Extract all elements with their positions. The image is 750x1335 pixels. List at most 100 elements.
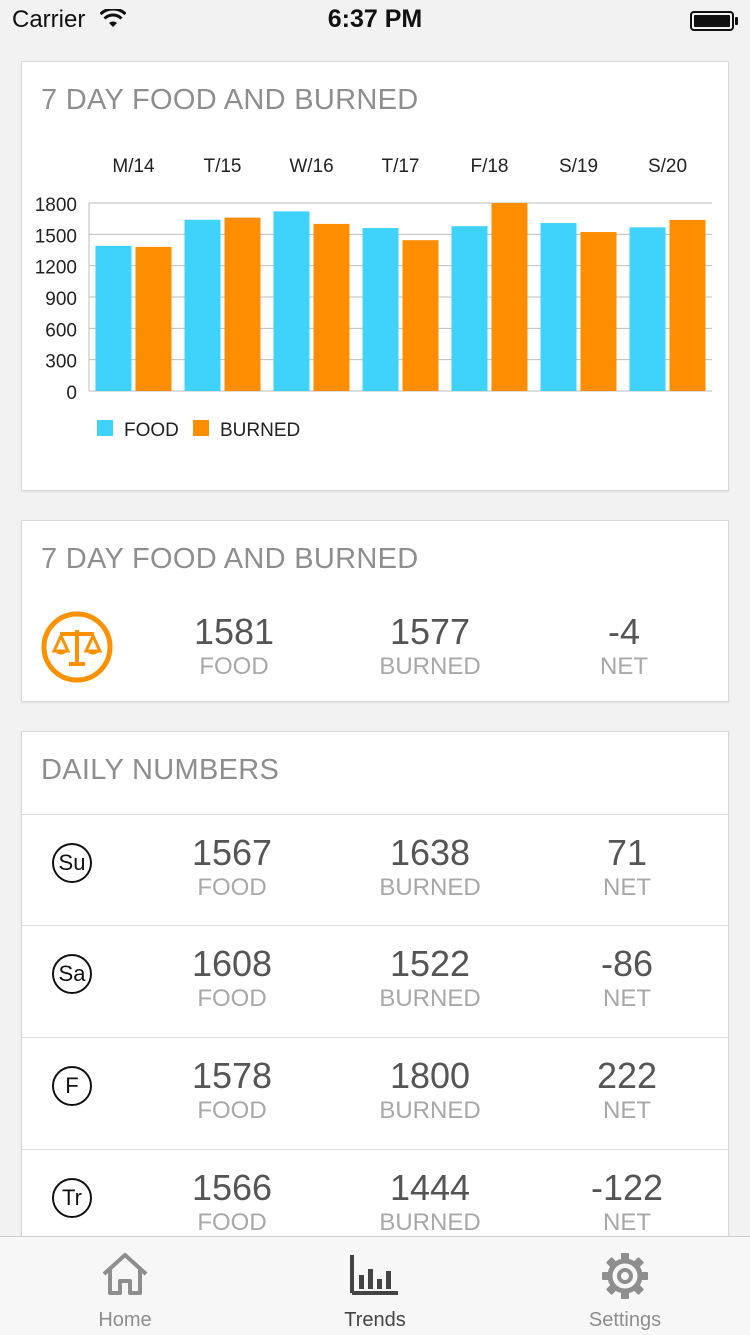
legend-swatch-food xyxy=(97,420,113,436)
bar-burned-5 xyxy=(491,203,528,391)
daily-net-value: -122 xyxy=(590,1167,664,1208)
daily-row[interactable]: Sa 1608 FOOD 1522 BURNED -86 NET xyxy=(22,925,728,1038)
bar-burned-6 xyxy=(580,232,617,391)
daily-burned-value: 1638 xyxy=(389,832,471,873)
tab-trends[interactable]: Trends xyxy=(250,1237,500,1335)
bar-food-6 xyxy=(540,223,577,391)
summary-card-title: 7 DAY FOOD AND BURNED xyxy=(41,543,419,575)
tab-trends-label: Trends xyxy=(344,1309,406,1331)
daily-food: 1567 FOOD xyxy=(142,833,322,903)
daily-burned-value: 1522 xyxy=(389,943,471,984)
daily-food-value: 1567 xyxy=(191,832,273,873)
y-tick-label: 1800 xyxy=(35,195,77,216)
summary-food-value: 1581 xyxy=(193,611,275,652)
legend-label-food: FOOD xyxy=(124,420,179,441)
daily-food-label: FOOD xyxy=(197,1209,267,1236)
daily-burned-value: 1800 xyxy=(389,1055,471,1096)
tab-settings[interactable]: Settings xyxy=(500,1237,750,1335)
daily-burned: 1444 BURNED xyxy=(340,1168,520,1238)
daily-row[interactable]: F 1578 FOOD 1800 BURNED 222 NET xyxy=(22,1037,728,1150)
y-tick-label: 1500 xyxy=(35,226,77,247)
daily-food-label: FOOD xyxy=(197,874,267,901)
daily-net: -86 NET xyxy=(537,944,717,1014)
daily-food-label: FOOD xyxy=(197,1097,267,1124)
daily-net-label: NET xyxy=(603,1097,651,1124)
daily-food: 1566 FOOD xyxy=(142,1168,322,1238)
x-category-label: T/17 xyxy=(381,156,419,177)
bar-food-1 xyxy=(95,245,132,391)
bar-food-3 xyxy=(273,211,310,391)
daily-food-label: FOOD xyxy=(197,985,267,1012)
y-tick-label: 600 xyxy=(45,320,77,341)
y-tick-label: 0 xyxy=(66,383,77,404)
daily-net: 71 NET xyxy=(537,833,717,903)
summary-food-label: FOOD xyxy=(199,653,269,680)
daily-net: 222 NET xyxy=(537,1056,717,1126)
legend-label-burned: BURNED xyxy=(220,420,300,441)
chart-card: 7 DAY FOOD AND BURNED 0 300 600 900 1200 1500… xyxy=(21,61,729,491)
bar-burned-3 xyxy=(313,223,350,391)
daily-burned: 1800 BURNED xyxy=(340,1056,520,1126)
daily-row[interactable]: Su 1567 FOOD 1638 BURNED 71 NET xyxy=(22,814,728,927)
daily-burned-label: BURNED xyxy=(379,985,481,1012)
bar-food-2 xyxy=(184,219,221,391)
daily-food-value: 1578 xyxy=(191,1055,273,1096)
daily-net-value: 222 xyxy=(596,1055,658,1096)
bar-chart-icon xyxy=(350,1255,398,1295)
daily-burned-value: 1444 xyxy=(389,1167,471,1208)
daily-net-value: 71 xyxy=(606,832,648,873)
scale-icon xyxy=(41,611,113,683)
daily-food: 1578 FOOD xyxy=(142,1056,322,1126)
bar-burned-4 xyxy=(402,240,439,391)
daily-burned-label: BURNED xyxy=(379,874,481,901)
gear-icon xyxy=(602,1253,648,1299)
status-bar: Carrier 6:37 PM xyxy=(0,0,750,40)
daily-burned: 1522 BURNED xyxy=(340,944,520,1014)
x-category-label: W/16 xyxy=(289,156,333,177)
y-tick-label: 300 xyxy=(45,352,77,373)
tab-bar: Home Trends Settings xyxy=(0,1236,750,1335)
tab-settings-label: Settings xyxy=(588,1309,662,1331)
daily-net-label: NET xyxy=(603,1209,651,1236)
daily-card-title: DAILY NUMBERS xyxy=(41,754,280,786)
day-badge: F xyxy=(52,1066,92,1106)
summary-burned-value: 1577 xyxy=(389,611,471,652)
daily-food-value: 1566 xyxy=(191,1167,273,1208)
food-burned-bar-chart: 0 300 600 900 1200 1500 1800 M/14 T/15 W/16 T/17 F/… xyxy=(35,156,712,441)
bar-food-4 xyxy=(362,228,399,391)
y-tick-label: 1200 xyxy=(35,258,77,279)
legend-swatch-burned xyxy=(193,420,209,436)
daily-net-label: NET xyxy=(603,985,651,1012)
x-category-label: F/18 xyxy=(470,156,508,177)
day-badge: Sa xyxy=(52,954,92,994)
daily-net-label: NET xyxy=(603,874,651,901)
daily-burned-label: BURNED xyxy=(379,1209,481,1236)
y-tick-label: 900 xyxy=(45,289,77,310)
summary-net: -4 NET xyxy=(534,612,714,682)
battery-icon xyxy=(690,11,738,31)
home-icon xyxy=(102,1253,148,1295)
summary-net-label: NET xyxy=(600,653,648,680)
bar-burned-7 xyxy=(669,219,706,391)
summary-food: 1581 FOOD xyxy=(144,612,324,682)
bar-food-7 xyxy=(629,227,666,391)
status-time: 6:37 PM xyxy=(327,5,423,33)
daily-numbers-card: DAILY NUMBERS Su 1567 FOOD 1638 BURNED 7… xyxy=(21,731,729,1293)
daily-net-value: -86 xyxy=(600,943,654,984)
summary-card: 7 DAY FOOD AND BURNED 1581 FOOD 1577 BUR… xyxy=(21,520,729,702)
daily-burned-label: BURNED xyxy=(379,1097,481,1124)
day-badge: Tr xyxy=(52,1178,92,1218)
x-category-label: M/14 xyxy=(112,156,155,177)
x-category-label: T/15 xyxy=(203,156,241,177)
bar-food-5 xyxy=(451,226,488,391)
day-badge: Su xyxy=(52,843,92,883)
x-category-label: S/20 xyxy=(648,156,687,177)
daily-net: -122 NET xyxy=(537,1168,717,1238)
daily-food: 1608 FOOD xyxy=(142,944,322,1014)
x-category-label: S/19 xyxy=(559,156,598,177)
summary-burned: 1577 BURNED xyxy=(340,612,520,682)
bar-burned-1 xyxy=(135,246,172,391)
tab-home[interactable]: Home xyxy=(0,1237,250,1335)
tab-home-label: Home xyxy=(98,1309,152,1331)
daily-food-value: 1608 xyxy=(191,943,273,984)
